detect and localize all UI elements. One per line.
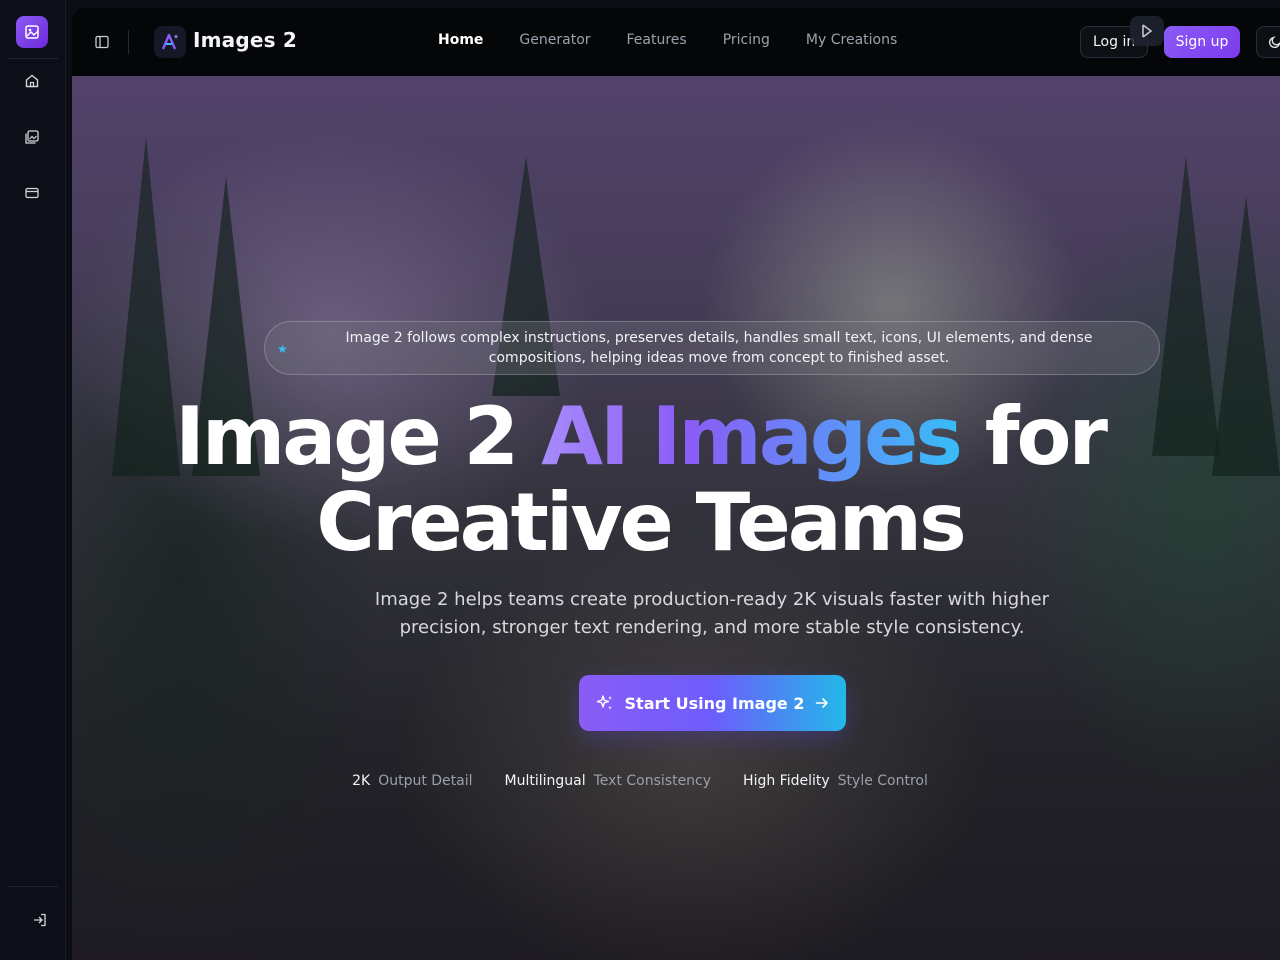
stat-value: Text Consistency xyxy=(593,773,712,789)
stat-key: High Fidelity xyxy=(743,773,830,789)
stat-item: Multilingual Text Consistency xyxy=(505,773,712,789)
stat-key: 2K xyxy=(352,773,371,789)
hero-stats: 2K Output Detail Multilingual Text Consist… xyxy=(72,773,1280,789)
top-navigation-bar: Images 2 Home Generator Features Pricing… xyxy=(72,8,1280,76)
headline-line-2: Creative Teams xyxy=(316,476,966,569)
home-icon[interactable] xyxy=(17,66,47,96)
rail-divider xyxy=(8,58,58,59)
brand-name[interactable]: Images 2 xyxy=(193,28,297,52)
brand-logo-icon[interactable] xyxy=(154,26,186,58)
rail-divider xyxy=(8,886,58,887)
start-using-button[interactable]: Start Using Image 2 xyxy=(579,675,846,731)
arrow-right-icon xyxy=(816,698,829,708)
hero-subheadline: Image 2 helps teams create production-re… xyxy=(374,589,1050,638)
nav-item-home[interactable]: Home xyxy=(438,32,483,48)
overlay-badge xyxy=(1130,16,1260,46)
sidebar-toggle-icon[interactable] xyxy=(90,30,114,54)
stat-item: 2K Output Detail xyxy=(352,773,472,789)
banner-text: Image 2 follows complex instructions, pr… xyxy=(345,330,1093,366)
hero-headline: Image 2 AI Images for Creative Teams xyxy=(72,394,1280,566)
stat-value: Output Detail xyxy=(378,773,473,789)
hero-section: ★ Image 2 follows complex instructions, … xyxy=(72,76,1280,960)
nav-item-pricing[interactable]: Pricing xyxy=(723,32,770,48)
topbar-divider xyxy=(128,30,129,54)
hero-announcement-banner: ★ Image 2 follows complex instructions, … xyxy=(264,321,1160,375)
left-rail xyxy=(0,0,66,960)
billing-card-icon[interactable] xyxy=(17,178,47,208)
stat-value: Style Control xyxy=(837,773,928,789)
sparkles-icon xyxy=(596,695,612,710)
sign-in-icon[interactable] xyxy=(25,905,55,935)
overlay-badge-icon xyxy=(1130,16,1164,46)
nav-item-my-creations[interactable]: My Creations xyxy=(806,32,897,48)
headline-prefix: Image 2 xyxy=(175,390,542,483)
main-nav: Home Generator Features Pricing My Creat… xyxy=(438,32,933,48)
app-logo-icon[interactable] xyxy=(16,16,48,48)
nav-item-features[interactable]: Features xyxy=(627,32,687,48)
sparkle-icon: ★ xyxy=(277,342,288,356)
headline-highlight: AI Images xyxy=(541,390,963,483)
gallery-icon[interactable] xyxy=(17,122,47,152)
cta-label: Start Using Image 2 xyxy=(624,693,805,713)
main-panel: ★ Image 2 follows complex instructions, … xyxy=(72,8,1280,960)
stat-item: High Fidelity Style Control xyxy=(743,773,928,789)
stat-key: Multilingual xyxy=(504,773,586,789)
headline-suffix: for xyxy=(959,390,1108,483)
nav-item-generator[interactable]: Generator xyxy=(519,32,590,48)
